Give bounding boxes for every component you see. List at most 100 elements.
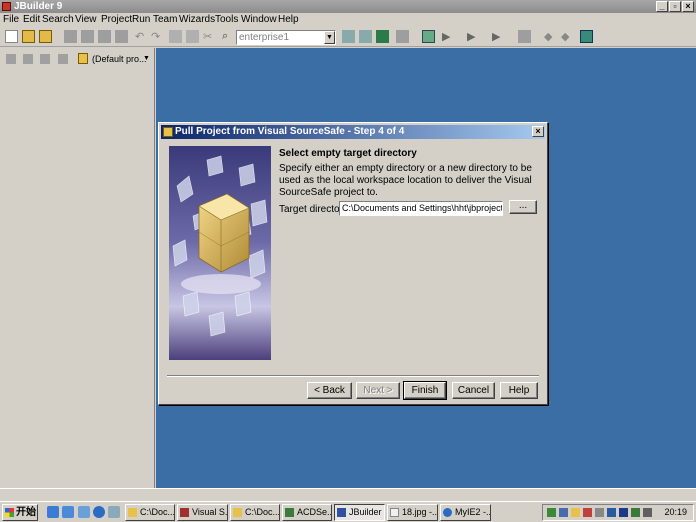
back-arrow-icon[interactable]: ◆ (544, 30, 557, 43)
close-project-icon[interactable] (40, 54, 50, 64)
history-icon[interactable] (518, 30, 531, 43)
cancel-button[interactable]: Cancel (452, 382, 495, 399)
task-explorer-1[interactable]: C:\Doc... (125, 504, 175, 521)
forward-arrow-icon[interactable]: ◆ (561, 30, 574, 43)
task-jbuilder[interactable]: JBuilder 9 (334, 504, 385, 521)
project-pane: (Default pro... ▼ (0, 48, 155, 488)
dialog-title-bar[interactable]: Pull Project from Visual SourceSafe - St… (161, 125, 545, 139)
dialog-icon (163, 127, 173, 137)
chevron-down-icon[interactable]: ▼ (143, 52, 150, 66)
task-myie2[interactable]: MyIE2 -... (440, 504, 491, 521)
back-button[interactable]: < Back (307, 382, 352, 399)
menu-search[interactable]: Search (42, 13, 74, 27)
window-title-bar[interactable]: JBuilder 9 _ ▫ × (0, 0, 696, 13)
menu-tools[interactable]: Tools (215, 13, 238, 27)
close-file-icon[interactable] (98, 30, 111, 43)
project-combo[interactable]: (Default pro... (92, 52, 147, 66)
task-acdsee[interactable]: ACDSe... (282, 504, 332, 521)
dialog-separator (167, 375, 539, 377)
copy-icon[interactable] (169, 30, 182, 43)
menu-bar: File Edit Search View Project Run Team W… (0, 13, 696, 27)
start-label: 开始 (16, 507, 36, 518)
dialog-close-button[interactable]: × (532, 126, 544, 137)
cut-icon[interactable]: ✂ (203, 30, 216, 43)
tray-icon-3[interactable] (571, 508, 580, 517)
undo-icon[interactable]: ↶ (135, 30, 148, 43)
menu-project[interactable]: Project (101, 13, 132, 27)
ie-icon[interactable] (47, 506, 59, 518)
status-bar (0, 488, 696, 498)
add-files-icon[interactable] (6, 54, 16, 64)
myie-icon (443, 508, 452, 517)
pull-project-dialog: Pull Project from Visual SourceSafe - St… (158, 122, 548, 405)
window-title: JBuilder 9 (14, 1, 63, 12)
tray-icon-1[interactable] (547, 508, 556, 517)
save-icon[interactable] (64, 30, 77, 43)
system-tray: 20:19 (542, 504, 694, 521)
debug-icon[interactable]: ▶ (467, 30, 480, 43)
tray-icon-2[interactable] (559, 508, 568, 517)
make-icon[interactable] (342, 30, 355, 43)
print-icon[interactable] (115, 30, 128, 43)
remove-files-icon[interactable] (23, 54, 33, 64)
chevron-down-icon[interactable]: ▼ (324, 31, 335, 44)
start-button[interactable]: 开始 (2, 504, 38, 521)
jbuilder-app-icon (2, 2, 11, 11)
target-directory-input[interactable]: C:\Documents and Settings\hht\jbproject\… (339, 201, 503, 216)
menu-edit[interactable]: Edit (23, 13, 40, 27)
optimize-icon[interactable]: ▶ (492, 30, 505, 43)
close-button[interactable]: × (682, 1, 694, 12)
menu-run[interactable]: Run (132, 13, 150, 27)
find-icon[interactable]: ⌕ (222, 30, 235, 43)
task-explorer-2[interactable]: C:\Doc... (230, 504, 280, 521)
volume-icon[interactable] (643, 508, 652, 517)
finish-button[interactable]: Finish (403, 381, 447, 400)
tray-icon-6[interactable] (607, 508, 616, 517)
folder-icon (233, 508, 242, 517)
step-description: Specify either an empty directory or a n… (279, 163, 532, 198)
refresh-icon[interactable] (58, 54, 68, 64)
task-visual-sourcesafe[interactable]: Visual S... (177, 504, 228, 521)
redo-icon[interactable]: ↷ (151, 30, 164, 43)
image-file-icon (390, 508, 399, 517)
toggle-icon[interactable] (396, 30, 409, 43)
maximize-button[interactable]: ▫ (669, 1, 681, 12)
input-method-icon[interactable] (619, 508, 628, 517)
minimize-button[interactable]: _ (656, 1, 668, 12)
configuration-combo[interactable]: enterprise1 ▼ (236, 30, 336, 45)
configuration-combo-value: enterprise1 (239, 32, 290, 43)
tray-icon-5[interactable] (595, 508, 604, 517)
main-toolbar: ↶ ↷ ✂ ⌕ enterprise1 ▼ ▶ ▶ ▶ ◆ ◆ (0, 27, 696, 47)
open-folder-icon[interactable] (22, 30, 35, 43)
run-icon[interactable]: ▶ (442, 30, 455, 43)
menu-file[interactable]: File (3, 13, 19, 27)
myie-icon[interactable] (93, 506, 105, 518)
next-button[interactable]: Next > (356, 382, 400, 399)
save-all-icon[interactable] (81, 30, 94, 43)
build-project-icon[interactable] (376, 30, 389, 43)
desktop-icon[interactable] (78, 506, 90, 518)
project-pane-toolbar: (Default pro... ▼ (0, 51, 155, 69)
media-icon[interactable] (108, 506, 120, 518)
menu-window[interactable]: Window (241, 13, 277, 27)
menu-view[interactable]: View (75, 13, 97, 27)
windows-logo-icon (5, 508, 14, 517)
step-heading: Select empty target directory (279, 148, 417, 159)
tray-icon-4[interactable] (583, 508, 592, 517)
help-button[interactable]: Help (500, 382, 538, 399)
tray-icon-8[interactable] (631, 508, 640, 517)
jbuilder-icon (337, 508, 346, 517)
new-file-icon[interactable] (5, 30, 18, 43)
paste-icon[interactable] (186, 30, 199, 43)
browse-button[interactable]: ... (509, 200, 537, 214)
menu-wizards[interactable]: Wizards (179, 13, 215, 27)
project-properties-icon[interactable] (422, 30, 435, 43)
menu-team[interactable]: Team (153, 13, 177, 27)
task-image-viewer[interactable]: 18.jpg -... (387, 504, 438, 521)
open-project-icon[interactable] (39, 30, 52, 43)
outlook-icon[interactable] (62, 506, 74, 518)
rebuild-icon[interactable] (359, 30, 372, 43)
menu-help[interactable]: Help (278, 13, 299, 27)
dialog-title: Pull Project from Visual SourceSafe - St… (175, 126, 405, 137)
help-topics-icon[interactable] (580, 30, 593, 43)
